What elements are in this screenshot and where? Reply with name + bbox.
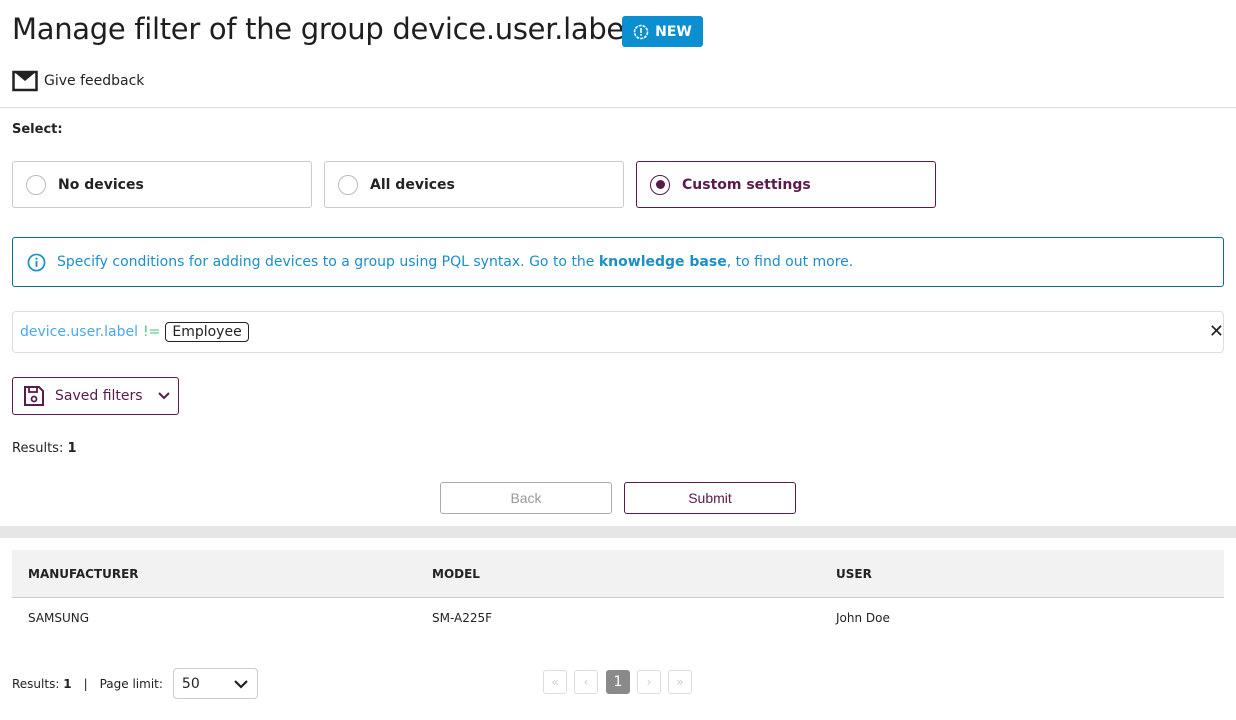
alert-badge-icon bbox=[633, 24, 649, 39]
divider bbox=[0, 107, 1236, 108]
submit-button[interactable]: Submit bbox=[624, 482, 796, 514]
new-badge: NEW bbox=[622, 16, 703, 47]
table-row[interactable]: SAMSUNG SM-A225F John Doe bbox=[12, 598, 1224, 638]
next-page-button[interactable]: › bbox=[637, 670, 661, 694]
radio-circle bbox=[338, 174, 358, 195]
floppy-disk-icon bbox=[24, 386, 44, 406]
cell-manufacturer: SAMSUNG bbox=[28, 611, 90, 625]
column-user[interactable]: USER bbox=[836, 550, 872, 597]
pql-query-input[interactable]: device.user.label != Employee bbox=[12, 311, 1224, 353]
page-limit-select[interactable]: 50 bbox=[172, 668, 258, 699]
radio-label: Custom settings bbox=[682, 176, 811, 193]
back-button[interactable]: Back bbox=[440, 482, 612, 514]
radio-circle bbox=[26, 174, 46, 195]
separator: | bbox=[83, 676, 88, 691]
clear-query-icon[interactable]: ✕ bbox=[1209, 321, 1224, 342]
radio-label: No devices bbox=[58, 176, 144, 193]
query-operator: != bbox=[143, 324, 161, 340]
radio-circle-selected bbox=[650, 174, 670, 195]
results-count: Results: 1 bbox=[12, 441, 77, 456]
cell-model: SM-A225F bbox=[432, 611, 493, 625]
feedback-label: Give feedback bbox=[44, 73, 145, 89]
radio-no-devices[interactable]: No devices bbox=[12, 161, 312, 208]
info-banner: Specify conditions for adding devices to… bbox=[12, 237, 1224, 287]
info-text: Specify conditions for adding devices to… bbox=[57, 254, 854, 270]
column-model[interactable]: MODEL bbox=[432, 550, 480, 597]
saved-filters-dropdown[interactable]: Saved filters bbox=[12, 377, 179, 415]
info-icon bbox=[27, 253, 46, 271]
radio-label: All devices bbox=[370, 176, 455, 193]
section-separator bbox=[0, 526, 1236, 538]
chevron-down-icon bbox=[157, 392, 170, 400]
give-feedback-link[interactable]: Give feedback bbox=[12, 70, 144, 92]
prev-page-button[interactable]: ‹ bbox=[574, 670, 598, 694]
table-header: MANUFACTURER MODEL USER bbox=[12, 550, 1224, 598]
footer-results: Results: 1 bbox=[12, 676, 72, 691]
cell-user: John Doe bbox=[836, 611, 890, 625]
chevron-down-icon bbox=[234, 679, 248, 689]
page-title: Manage filter of the group device.user.l… bbox=[12, 12, 632, 46]
current-page-button[interactable]: 1 bbox=[606, 670, 630, 694]
query-field: device.user.label bbox=[20, 324, 138, 340]
saved-filters-label: Saved filters bbox=[55, 388, 143, 404]
badge-label: NEW bbox=[655, 23, 692, 40]
page-limit-label: Page limit: bbox=[99, 676, 163, 691]
select-label: Select: bbox=[12, 122, 63, 137]
envelope-icon bbox=[12, 70, 38, 92]
radio-custom-settings[interactable]: Custom settings bbox=[636, 161, 936, 208]
query-value-chip[interactable]: Employee bbox=[165, 322, 249, 342]
knowledge-base-link[interactable]: knowledge base bbox=[599, 254, 727, 270]
first-page-button[interactable]: « bbox=[543, 670, 567, 694]
last-page-button[interactable]: » bbox=[668, 670, 692, 694]
table-footer: Results: 1 | Page limit: 50 bbox=[12, 668, 258, 699]
column-manufacturer[interactable]: MANUFACTURER bbox=[28, 550, 139, 597]
radio-all-devices[interactable]: All devices bbox=[324, 161, 624, 208]
